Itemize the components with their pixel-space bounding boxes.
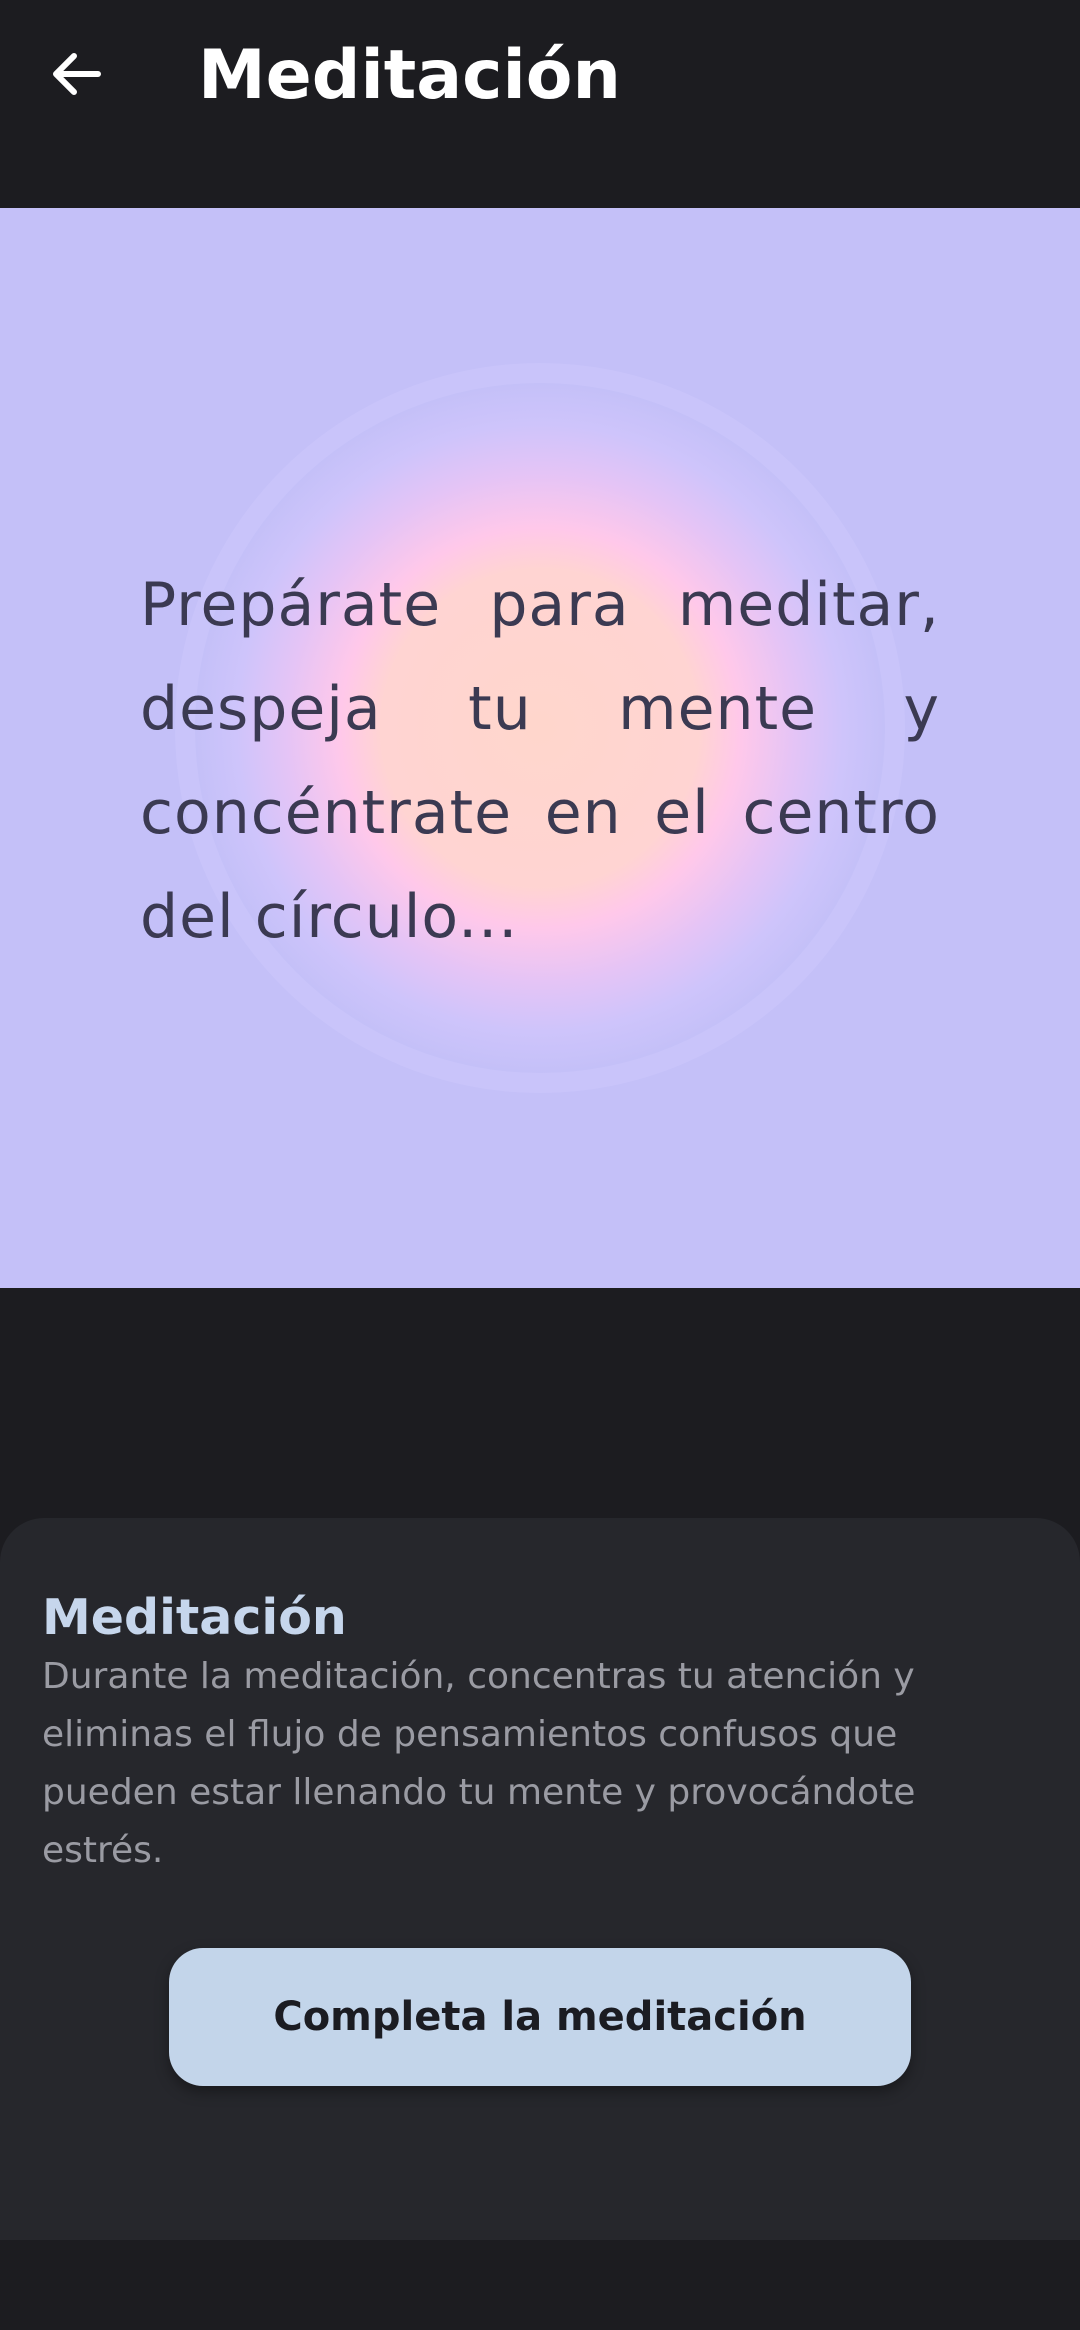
arrow-left-icon [46, 44, 106, 109]
complete-meditation-button[interactable]: Completa la meditación [169, 1948, 911, 2086]
info-bottom-sheet: Meditación Durante la meditación, concen… [0, 1518, 1080, 2240]
page-title: Meditación [198, 36, 621, 115]
complete-meditation-label: Completa la meditación [273, 1994, 807, 2040]
meditation-screen: Meditación Prepárate para meditar, despe… [0, 0, 1080, 2330]
sheet-description: Durante la meditación, concentras tu ate… [42, 1656, 916, 1871]
sheet-title: Meditación [42, 1589, 347, 1646]
top-app-bar: Meditación [0, 0, 1080, 208]
bottom-area [0, 2240, 1080, 2330]
meditation-instruction-text: Prepárate para meditar, despeja tu mente… [140, 570, 940, 952]
meditation-hero-image: Prepárate para meditar, despeja tu mente… [0, 208, 1080, 1288]
back-button[interactable] [26, 26, 126, 126]
